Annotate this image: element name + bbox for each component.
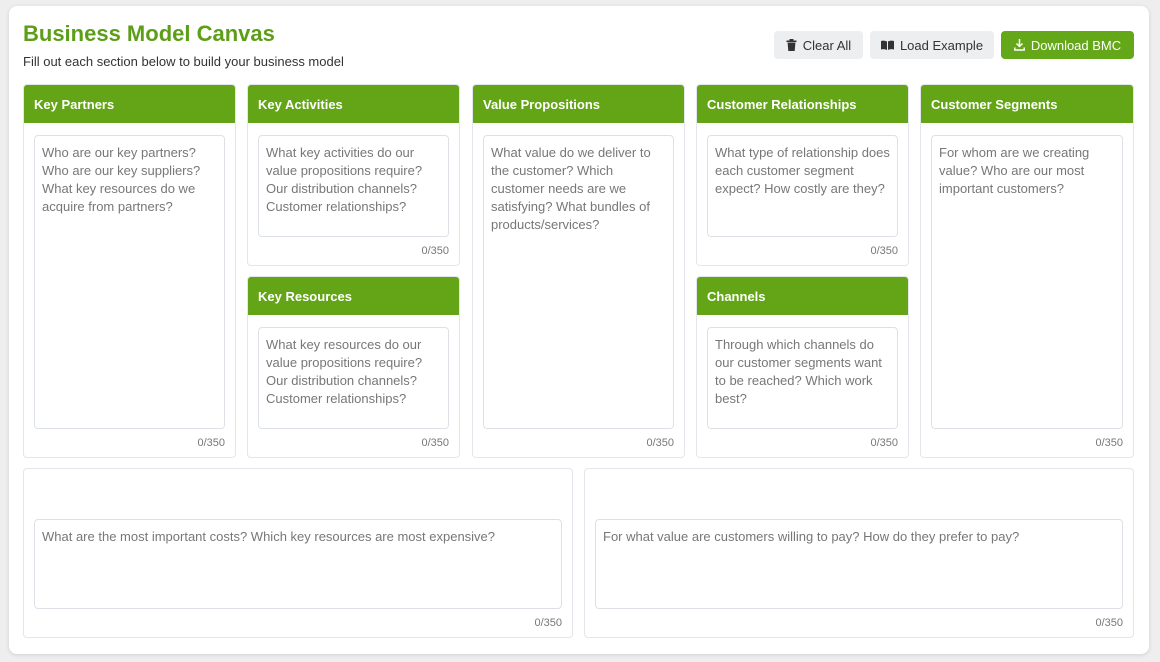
cost-structure-section: 0/350 — [23, 468, 573, 638]
customer-relationships-header: Customer Relationships — [697, 85, 908, 123]
load-example-label: Load Example — [899, 37, 984, 53]
value-propositions-section: Value Propositions 0/350 — [472, 84, 685, 458]
page-subtitle: Fill out each section below to build you… — [23, 54, 344, 69]
load-example-button[interactable]: Load Example — [870, 31, 994, 59]
key-resources-header: Key Resources — [248, 277, 459, 315]
key-partners-header: Key Partners — [24, 85, 235, 123]
download-icon — [1013, 39, 1025, 51]
value-propositions-header: Value Propositions — [473, 85, 684, 123]
revenue-streams-char-count: 0/350 — [1095, 617, 1123, 629]
customer-segments-input[interactable] — [931, 135, 1123, 429]
customer-segments-header: Customer Segments — [921, 85, 1133, 123]
channels-header: Channels — [697, 277, 908, 315]
key-activities-section: Key Activities 0/350 — [247, 84, 460, 266]
download-bmc-button[interactable]: Download BMC — [1001, 31, 1134, 59]
value-propositions-char-count: 0/350 — [646, 437, 674, 449]
key-activities-header: Key Activities — [248, 85, 459, 123]
trash-icon — [786, 39, 797, 51]
clear-all-label: Clear All — [802, 37, 852, 53]
key-activities-char-count: 0/350 — [421, 245, 449, 257]
key-resources-char-count: 0/350 — [421, 437, 449, 449]
channels-section: Channels 0/350 — [696, 276, 909, 458]
customer-segments-section: Customer Segments 0/350 — [920, 84, 1134, 458]
key-partners-section: Key Partners 0/350 — [23, 84, 236, 458]
canvas-card: Business Model Canvas Fill out each sect… — [9, 6, 1149, 654]
revenue-streams-section: 0/350 — [584, 468, 1134, 638]
key-partners-char-count: 0/350 — [197, 437, 225, 449]
key-partners-input[interactable] — [34, 135, 225, 429]
revenue-streams-input[interactable] — [595, 519, 1123, 609]
key-resources-input[interactable] — [258, 327, 449, 429]
book-icon — [880, 40, 894, 50]
key-resources-section: Key Resources 0/350 — [247, 276, 460, 458]
page-title: Business Model Canvas — [23, 21, 275, 46]
cost-structure-input[interactable] — [34, 519, 562, 609]
customer-relationships-section: Customer Relationships 0/350 — [696, 84, 909, 266]
customer-segments-char-count: 0/350 — [1095, 437, 1123, 449]
channels-input[interactable] — [707, 327, 898, 429]
channels-char-count: 0/350 — [870, 437, 898, 449]
key-activities-input[interactable] — [258, 135, 449, 237]
customer-relationships-char-count: 0/350 — [870, 245, 898, 257]
value-propositions-input[interactable] — [483, 135, 674, 429]
clear-all-button[interactable]: Clear All — [774, 31, 863, 59]
customer-relationships-input[interactable] — [707, 135, 898, 237]
download-bmc-label: Download BMC — [1030, 37, 1122, 53]
cost-structure-char-count: 0/350 — [534, 617, 562, 629]
